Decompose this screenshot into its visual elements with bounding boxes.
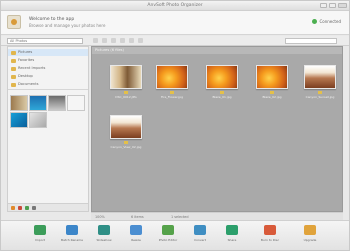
status-bar: 100% 6 items 1 selected (91, 212, 343, 220)
photo-label: Canyon_Sunset.jpg (305, 95, 335, 99)
close-button[interactable] (338, 3, 347, 8)
tag-icon (124, 91, 128, 94)
batch-rename-button[interactable]: Batch Rename (55, 225, 89, 249)
header-subtitle: Browse and manage your photos here (29, 23, 106, 28)
photo-label: Blaze_01.jpg (212, 95, 232, 99)
status-dot-icon (312, 19, 318, 24)
slideshow-icon (98, 225, 110, 235)
upgrade-icon (304, 225, 316, 235)
convert-button[interactable]: Convert (183, 225, 217, 249)
sidebar-item-label: Favorites (18, 58, 35, 62)
import-icon (34, 225, 46, 235)
back-icon[interactable] (93, 38, 98, 43)
tag-icon (318, 91, 322, 94)
photo-item[interactable]: Fire_Flower.jpg (156, 65, 188, 99)
app-header: Welcome to the app Browse and manage you… (1, 11, 349, 35)
preview-thumbnail[interactable] (48, 95, 66, 111)
app-window: AnvSoft Photo Organizer Welcome to the a… (0, 0, 350, 251)
resize-icon (130, 225, 142, 235)
tag-icon (220, 91, 224, 94)
star-icon (11, 58, 16, 63)
sidebar-item-recent[interactable]: Recent Imports (8, 65, 88, 72)
header-title: Welcome to the app (29, 17, 75, 22)
folder-title: Pictures (6 files) (92, 47, 342, 54)
photo-item[interactable]: Canyon_View_02.jpg (110, 115, 142, 149)
sidebar-item-label: Recent Imports (18, 66, 46, 70)
burn-disc-button[interactable]: Burn to Disc (253, 225, 287, 249)
tag-icon (170, 91, 174, 94)
sort-icon[interactable] (138, 38, 143, 43)
photo-thumbnail (156, 65, 188, 89)
forward-icon[interactable] (102, 38, 107, 43)
photo-thumbnail (256, 65, 288, 89)
preview-thumbnail[interactable] (10, 112, 28, 128)
upgrade-button[interactable]: Upgrade (293, 225, 327, 249)
sidebar-item-favorites[interactable]: Favorites (8, 57, 88, 64)
photo-editor-button[interactable]: Photo Editor (151, 225, 185, 249)
maximize-button[interactable] (329, 3, 336, 8)
rename-icon (66, 225, 78, 235)
convert-icon (194, 225, 206, 235)
photo-item[interactable]: DSC_0012.JPG (110, 65, 142, 99)
status-indicator[interactable]: Connected (312, 19, 341, 24)
share-icon (226, 225, 238, 235)
preview-thumbnail[interactable] (10, 95, 28, 111)
photo-label: DSC_0012.JPG (115, 95, 137, 99)
preview-strip (10, 95, 86, 131)
app-logo-icon (7, 15, 21, 29)
photo-item[interactable]: Blaze_02.jpg (256, 65, 288, 99)
minimize-button[interactable] (320, 3, 327, 8)
sidebar-item-label: Desktop (18, 74, 33, 78)
photo-label: Fire_Flower.jpg (160, 95, 184, 99)
sidebar-item-label: Documents (18, 82, 39, 86)
remove-icon[interactable] (18, 205, 22, 210)
sidebar-item-desktop[interactable]: Desktop (8, 73, 88, 80)
photo-item[interactable]: Canyon_Sunset.jpg (304, 65, 336, 99)
folder-icon (11, 74, 16, 79)
sidebar-item-label: Pictures (18, 50, 33, 54)
tag-icon (124, 141, 128, 144)
sidebar: Pictures Favorites Recent Imports Deskto… (7, 46, 89, 212)
disc-icon (264, 225, 276, 235)
top-toolbar: All Photos (1, 36, 349, 46)
view-list-icon[interactable] (129, 38, 134, 43)
folder-select[interactable]: All Photos (7, 38, 83, 44)
import-button[interactable]: Import (23, 225, 57, 249)
photo-thumbnail (304, 65, 336, 89)
title-bar: AnvSoft Photo Organizer (1, 1, 349, 11)
window-title: AnvSoft Photo Organizer (147, 3, 203, 8)
share-button[interactable]: Share (215, 225, 249, 249)
photo-label: Canyon_View_02.jpg (110, 145, 142, 149)
preview-thumbnail[interactable] (29, 112, 47, 128)
view-grid-icon[interactable] (120, 38, 125, 43)
photo-grid: Pictures (6 files) DSC_0012.JPG Fire_Flo… (91, 46, 343, 212)
settings-icon[interactable] (32, 205, 36, 210)
photo-item[interactable]: Blaze_01.jpg (206, 65, 238, 99)
divider (8, 89, 88, 90)
tag-icon (270, 91, 274, 94)
folder-icon (11, 66, 16, 71)
add-icon[interactable] (11, 205, 15, 210)
photo-label: Blaze_02.jpg (262, 95, 282, 99)
folder-icon (11, 82, 16, 87)
sidebar-footer (8, 203, 88, 211)
photo-thumbnail (110, 65, 142, 89)
preview-thumbnail[interactable] (67, 95, 85, 111)
slideshow-button[interactable]: Slideshow (87, 225, 121, 249)
editor-icon (162, 225, 174, 235)
action-toolbar: Import Batch Rename Slideshow Resize Pho… (1, 220, 349, 250)
sidebar-item-documents[interactable]: Documents (8, 81, 88, 88)
resize-button[interactable]: Resize (119, 225, 153, 249)
sidebar-item-pictures[interactable]: Pictures (8, 49, 88, 56)
refresh-icon[interactable] (25, 205, 29, 210)
up-icon[interactable] (111, 38, 116, 43)
search-input[interactable] (285, 38, 337, 44)
folder-icon (11, 50, 16, 55)
photo-thumbnail (110, 115, 142, 139)
status-label: Connected (319, 19, 341, 24)
photo-thumbnail (206, 65, 238, 89)
preview-thumbnail[interactable] (29, 95, 47, 111)
